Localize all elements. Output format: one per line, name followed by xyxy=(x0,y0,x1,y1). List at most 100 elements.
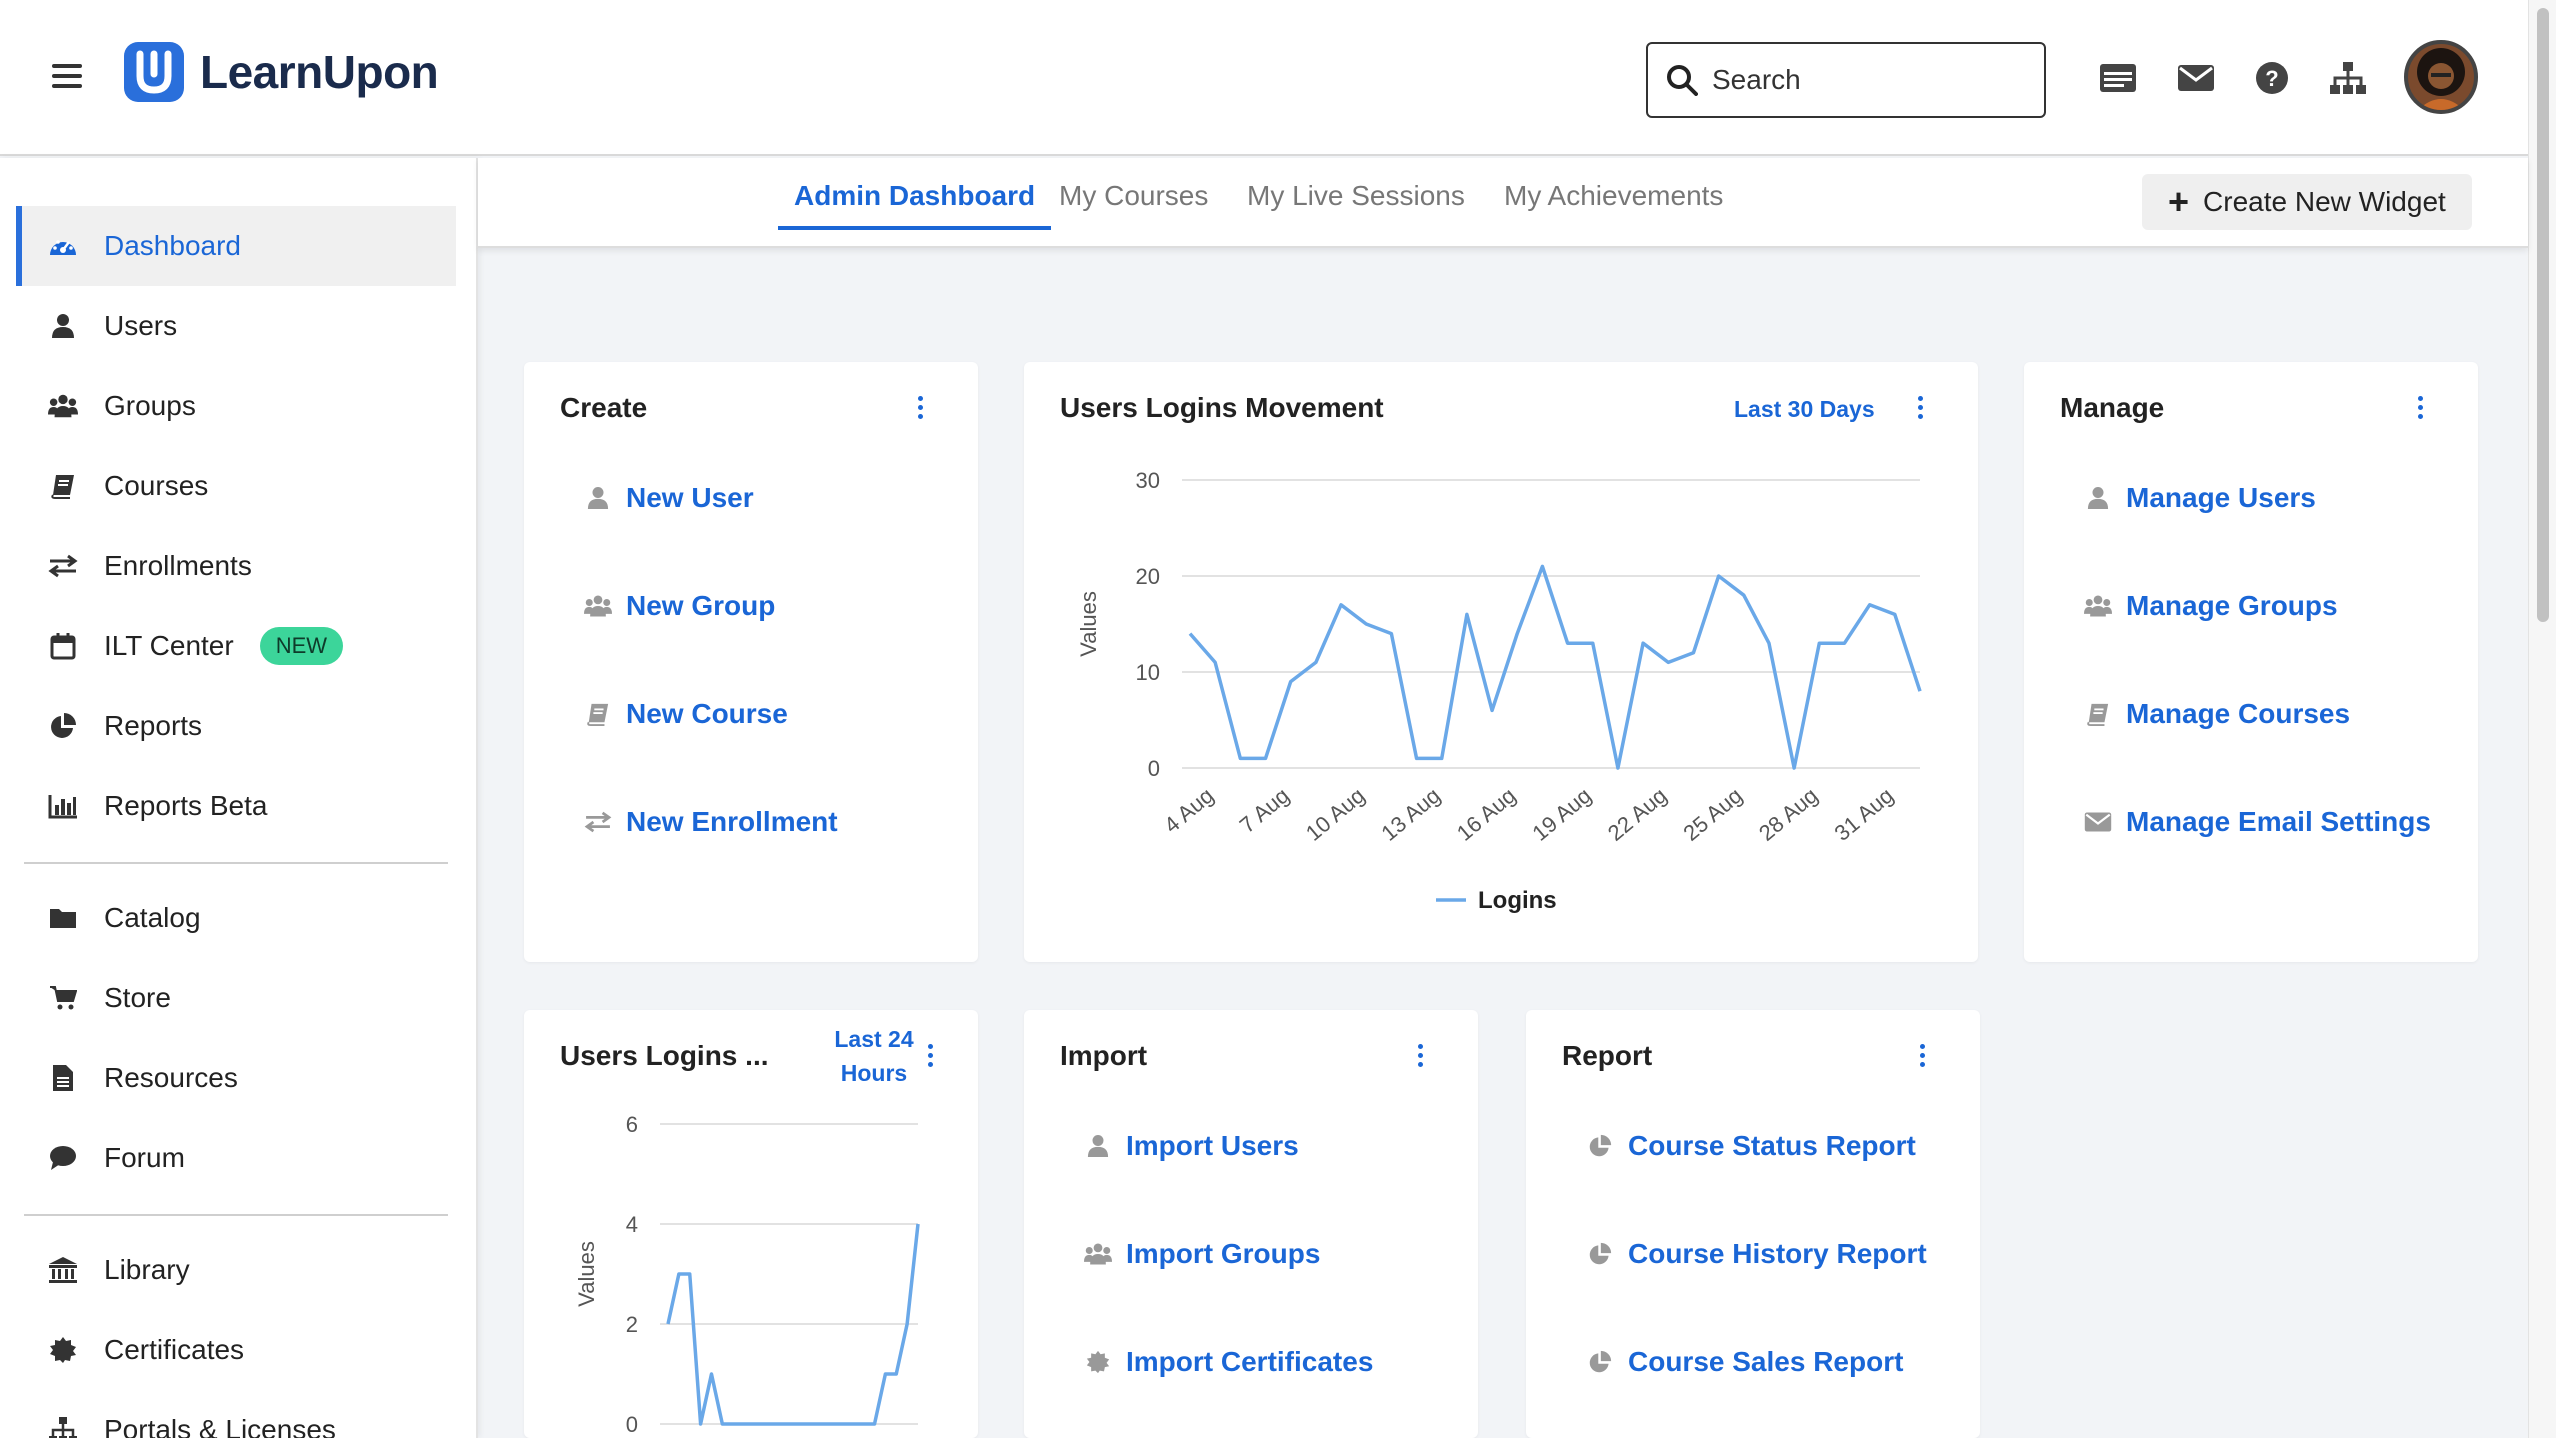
new-enrollment-link[interactable]: New Enrollment xyxy=(584,806,838,838)
tab-my-courses[interactable]: My Courses xyxy=(1059,180,1208,230)
sidebar-item-catalog[interactable]: Catalog xyxy=(16,878,456,958)
new-group-link[interactable]: New Group xyxy=(584,590,775,622)
import-certificates-link[interactable]: Import Certificates xyxy=(1084,1346,1373,1378)
widget-title: Import xyxy=(1060,1040,1148,1071)
tab-my-live-sessions[interactable]: My Live Sessions xyxy=(1247,180,1465,230)
sidebar-item-users[interactable]: Users xyxy=(16,286,456,366)
cart-icon xyxy=(48,983,78,1013)
link-label: New Enrollment xyxy=(626,806,838,837)
link-label: Manage Email Settings xyxy=(2126,806,2431,837)
link-label: Course Sales Report xyxy=(1628,1346,1904,1377)
folder-icon xyxy=(48,903,78,933)
course-history-report-link[interactable]: Course History Report xyxy=(1586,1238,1927,1270)
course-status-report-link[interactable]: Course Status Report xyxy=(1586,1130,1916,1162)
link-label: Course Status Report xyxy=(1628,1130,1916,1161)
sidebar-item-portals-licenses[interactable]: Portals & Licenses xyxy=(16,1390,456,1438)
kebab-menu-icon[interactable] xyxy=(1414,1044,1426,1074)
create-new-widget-label: Create New Widget xyxy=(2203,186,2446,217)
y-tick-label: 20 xyxy=(1136,564,1160,589)
y-tick-label: 0 xyxy=(626,1412,638,1437)
link-label: New User xyxy=(626,482,754,513)
sidebar-item-label: Catalog xyxy=(104,902,201,933)
tab-admin-dashboard[interactable]: Admin Dashboard xyxy=(778,180,1052,230)
y-tick-label: 30 xyxy=(1136,468,1160,493)
pie-chart-icon xyxy=(1586,1348,1614,1376)
manage-users-link[interactable]: Manage Users xyxy=(2084,482,2316,514)
y-tick-label: 10 xyxy=(1136,660,1160,685)
kebab-menu-icon[interactable] xyxy=(914,396,926,426)
user-icon xyxy=(48,311,78,341)
sidebar-item-resources[interactable]: Resources xyxy=(16,1038,456,1118)
logo-mark-icon xyxy=(124,42,184,102)
page-scrollbar[interactable] xyxy=(2528,0,2556,1438)
sidebar-item-label: Reports Beta xyxy=(104,790,268,821)
link-label: Manage Courses xyxy=(2126,698,2351,729)
sidebar-item-courses[interactable]: Courses xyxy=(16,446,456,526)
pie-chart-icon xyxy=(1586,1240,1614,1268)
manage-groups-link[interactable]: Manage Groups xyxy=(2084,590,2338,622)
link-label: Course History Report xyxy=(1628,1238,1927,1269)
x-tick-label: 4 Aug xyxy=(1159,783,1218,838)
course-sales-report-link[interactable]: Course Sales Report xyxy=(1586,1346,1903,1378)
kebab-menu-icon[interactable] xyxy=(2414,396,2426,426)
sitemap-icon[interactable] xyxy=(2326,56,2370,100)
sidebar-item-ilt-center[interactable]: ILT Center NEW xyxy=(16,606,456,686)
search-box[interactable] xyxy=(1646,42,2046,118)
widget-title: Report xyxy=(1562,1040,1653,1071)
import-users-link[interactable]: Import Users xyxy=(1084,1130,1299,1162)
avatar[interactable] xyxy=(2404,40,2478,114)
tab-my-achievements[interactable]: My Achievements xyxy=(1504,180,1723,230)
search-icon xyxy=(1667,65,1698,96)
sitemap-icon xyxy=(48,1415,78,1438)
legend-label: Logins xyxy=(1478,887,1557,914)
book-icon xyxy=(48,471,78,501)
catalog-icon[interactable] xyxy=(2096,56,2140,100)
sidebar-item-groups[interactable]: Groups xyxy=(16,366,456,446)
svg-text:?: ? xyxy=(2265,66,2278,91)
groups-icon xyxy=(48,391,78,421)
link-label: Manage Users xyxy=(2126,482,2316,513)
widget-report: Report Course Status Report Course Histo… xyxy=(1526,1010,1980,1438)
groups-icon xyxy=(584,592,612,620)
sidebar-divider xyxy=(24,1214,448,1216)
new-user-link[interactable]: New User xyxy=(584,482,754,514)
sidebar-item-label: Dashboard xyxy=(104,230,241,261)
sidebar-item-reports[interactable]: Reports xyxy=(16,686,456,766)
sidebar-item-library[interactable]: Library xyxy=(16,1230,456,1310)
manage-courses-link[interactable]: Manage Courses xyxy=(2084,698,2350,730)
messages-icon[interactable] xyxy=(2174,56,2218,100)
create-new-widget-button[interactable]: + Create New Widget xyxy=(2142,174,2472,230)
import-groups-link[interactable]: Import Groups xyxy=(1084,1238,1320,1270)
menu-icon[interactable] xyxy=(52,64,82,90)
manage-email-settings-link[interactable]: Manage Email Settings xyxy=(2084,806,2431,838)
groups-icon xyxy=(2084,592,2112,620)
envelope-icon xyxy=(2084,808,2112,836)
sidebar-item-certificates[interactable]: Certificates xyxy=(16,1310,456,1390)
sidebar-item-label: Resources xyxy=(104,1062,238,1093)
y-tick-label: 0 xyxy=(1148,756,1160,781)
x-tick-label: 7 Aug xyxy=(1235,783,1294,838)
sidebar-item-reports-beta[interactable]: Reports Beta xyxy=(16,766,456,846)
logo[interactable]: LearnUpon xyxy=(124,42,439,102)
sidebar: Dashboard Users Groups Courses Enrollmen… xyxy=(0,158,478,1438)
search-input[interactable] xyxy=(1712,64,2032,96)
sidebar-item-dashboard[interactable]: Dashboard xyxy=(16,206,456,286)
widget-title: Create xyxy=(560,392,648,423)
book-icon xyxy=(2084,700,2112,728)
kebab-menu-icon[interactable] xyxy=(1916,1044,1928,1074)
help-icon[interactable]: ? xyxy=(2250,56,2294,100)
sidebar-item-label: Courses xyxy=(104,470,209,501)
new-course-link[interactable]: New Course xyxy=(584,698,788,730)
x-tick-label: 22 Aug xyxy=(1603,783,1672,846)
x-tick-label: 28 Aug xyxy=(1754,783,1823,846)
sidebar-item-store[interactable]: Store xyxy=(16,958,456,1038)
logo-text: LearnUpon xyxy=(200,46,439,98)
user-icon xyxy=(1084,1132,1112,1160)
scrollbar-thumb[interactable] xyxy=(2537,8,2549,622)
y-axis-label: Values xyxy=(574,1241,599,1307)
comment-icon xyxy=(48,1143,78,1173)
y-axis-label: Values xyxy=(1076,591,1101,657)
sidebar-item-enrollments[interactable]: Enrollments xyxy=(16,526,456,606)
sidebar-item-label: Users xyxy=(104,310,178,341)
sidebar-item-forum[interactable]: Forum xyxy=(16,1118,456,1198)
